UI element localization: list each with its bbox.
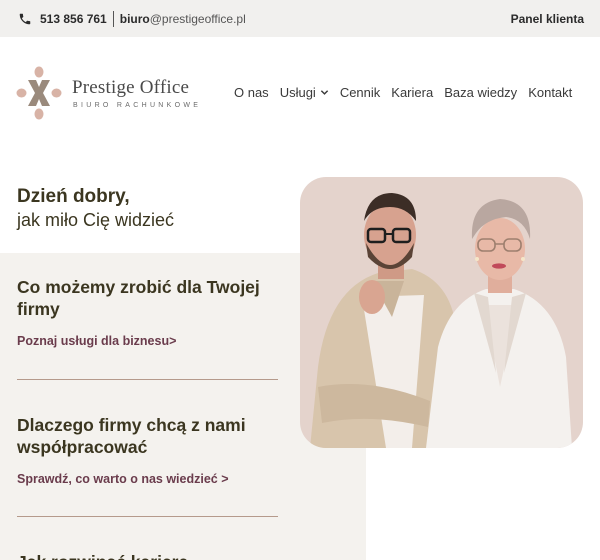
nav-item-baza-wiedzy[interactable]: Baza wiedzy bbox=[444, 85, 517, 100]
phone-icon bbox=[19, 13, 31, 24]
logo-subtitle: BIURO RACHUNKOWE bbox=[73, 102, 202, 109]
top-bar: 513 856 761 biuro@prestigeoffice.pl Pane… bbox=[0, 0, 600, 37]
section-divider bbox=[17, 516, 278, 517]
phone-number[interactable]: 513 856 761 bbox=[40, 12, 107, 26]
nav-item-cennik[interactable]: Cennik bbox=[340, 85, 380, 100]
email-user: biuro bbox=[119, 11, 150, 26]
services-link[interactable]: Poznaj usługi dla biznesu> bbox=[17, 334, 176, 348]
section-title-services: Co możemy zrobić dla Twojej firmy bbox=[17, 277, 260, 319]
greeting-heading: Dzień dobry, bbox=[17, 186, 130, 207]
section-title-career: Jak rozwinąć karierę bbox=[17, 551, 277, 560]
chevron-down-icon bbox=[320, 90, 328, 95]
nav-item-uslugi-label: Usługi bbox=[279, 85, 316, 100]
section-title-why-us: Dlaczego firmy chcą z nami współpracować bbox=[17, 415, 246, 457]
section-divider bbox=[17, 379, 278, 380]
client-panel-link[interactable]: Panel klienta bbox=[511, 12, 584, 26]
email-domain: @prestigeoffice.pl bbox=[149, 11, 246, 26]
team-photo-illustration bbox=[310, 193, 572, 448]
logo-title[interactable]: Prestige Office bbox=[72, 77, 189, 99]
greeting-subheading: jak miło Cię widzieć bbox=[17, 210, 175, 230]
email-link[interactable]: biuro@prestigeoffice.pl bbox=[120, 10, 246, 28]
nav-item-kariera[interactable]: Kariera bbox=[391, 85, 433, 100]
main-nav: O nas Usługi Cennik Kariera Baza wiedzy … bbox=[234, 85, 583, 100]
team-photo bbox=[300, 177, 583, 448]
topbar-separator bbox=[112, 10, 114, 27]
logo-mark-icon[interactable] bbox=[16, 65, 62, 121]
nav-item-kontakt[interactable]: Kontakt bbox=[528, 85, 572, 100]
nav-item-o-nas[interactable]: O nas bbox=[234, 85, 269, 100]
site-header: Prestige Office BIURO RACHUNKOWE O nas U… bbox=[0, 37, 600, 153]
why-us-link[interactable]: Sprawdź, co warto o nas wiedzieć > bbox=[17, 472, 229, 486]
nav-item-uslugi[interactable]: Usługi bbox=[280, 85, 329, 100]
